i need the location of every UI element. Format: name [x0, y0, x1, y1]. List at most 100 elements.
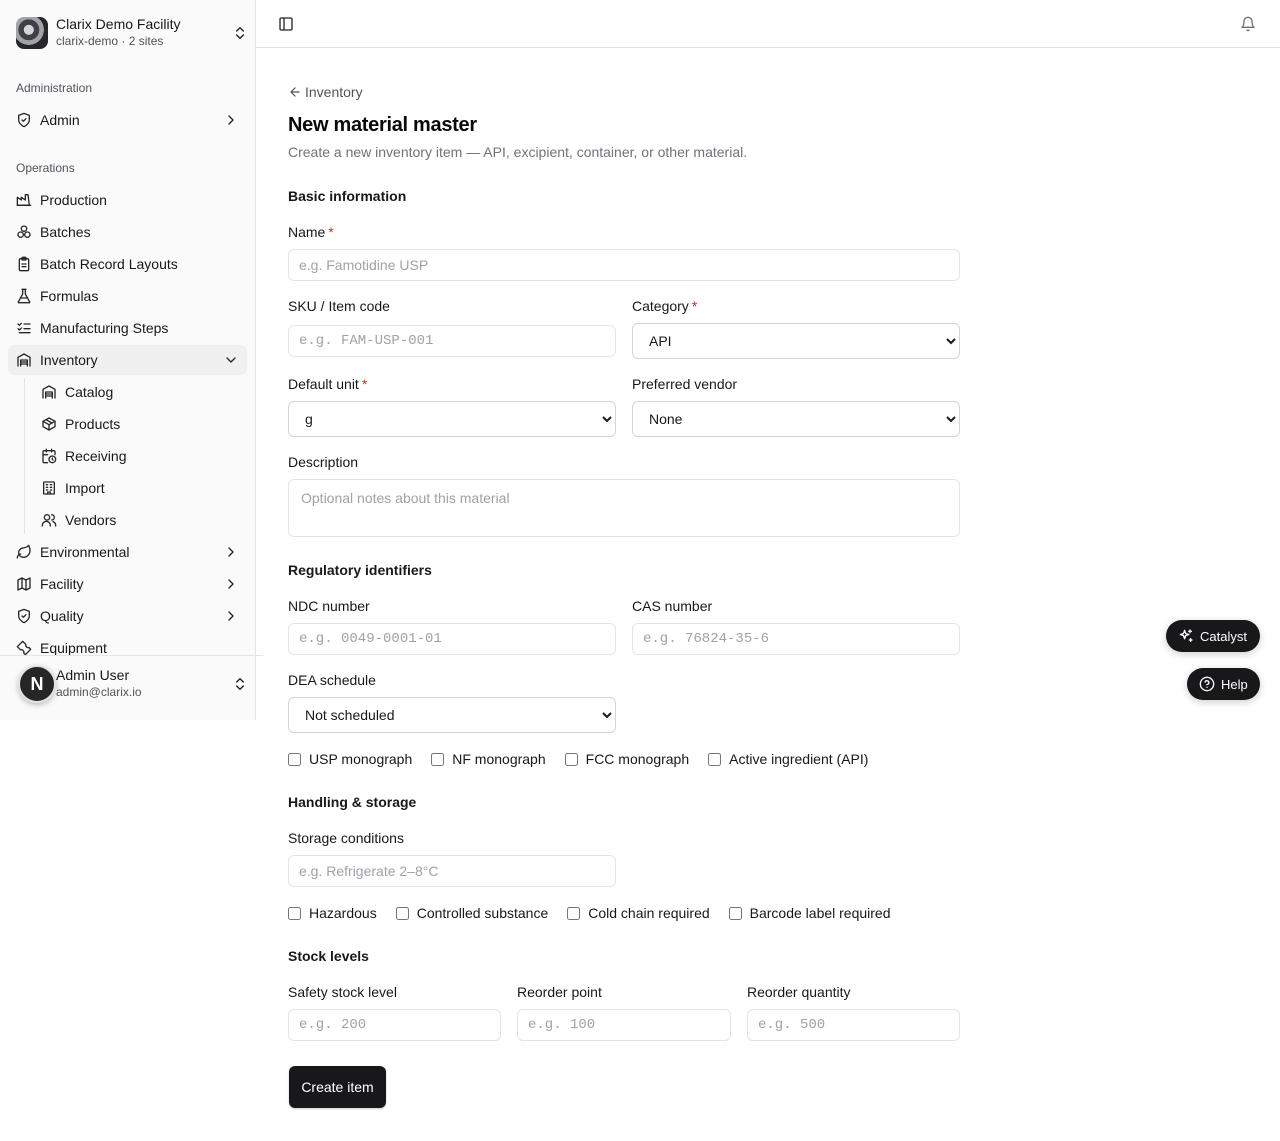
help-button[interactable]: Help [1187, 668, 1260, 700]
active-ingredient-checkbox[interactable]: Active ingredient (API) [708, 751, 868, 767]
sidebar: Clarix Demo Facility clarix-demo · 2 sit… [0, 0, 263, 720]
flask-icon [17, 288, 31, 304]
chevron-down-icon [226, 357, 236, 363]
safety-stock-label: Safety stock level [288, 984, 397, 1000]
dea-schedule-select[interactable]: Not scheduled [288, 697, 616, 733]
storage-conditions-label: Storage conditions [288, 830, 404, 846]
sidebar-item-manufacturing-steps[interactable]: Manufacturing Steps [8, 313, 247, 343]
boxes-icon [17, 225, 31, 238]
sidebar-subitem-catalog[interactable]: Catalog [33, 377, 247, 407]
sidebar-subitem-import[interactable]: Import [33, 473, 247, 503]
org-meta: clarix-demo · 2 sites [56, 34, 164, 48]
reorder-quantity-label: Reorder quantity [747, 984, 851, 1000]
sidebar-item-facility[interactable]: Facility [8, 569, 247, 599]
submenu-line [24, 378, 25, 534]
sku-input[interactable] [288, 325, 616, 357]
warehouse-icon [42, 385, 56, 399]
usp-monograph-checkbox[interactable]: USP monograph [288, 751, 412, 767]
help-circle-icon [1199, 676, 1215, 692]
sidebar-item-admin[interactable]: Admin [8, 105, 247, 135]
name-label: Name * [288, 224, 334, 240]
sidebar-subitem-products[interactable]: Products [33, 409, 247, 439]
user-name: Admin User [56, 667, 130, 683]
user-divider [0, 655, 263, 656]
chevron-right-icon [228, 579, 234, 589]
wrench-icon [16, 640, 32, 655]
category-label: Category * [632, 298, 698, 314]
section-regulatory-identifiers: Regulatory identifiers [288, 562, 432, 578]
default-unit-select[interactable]: g [288, 401, 616, 437]
org-switcher[interactable]: Clarix Demo Facility clarix-demo · 2 sit… [16, 16, 248, 50]
section-stock-levels: Stock levels [288, 948, 369, 964]
back-link[interactable]: Inventory [288, 84, 363, 100]
sidebar-item-batches[interactable]: Batches [8, 217, 247, 247]
sparkles-icon [1179, 629, 1193, 642]
default-unit-label: Default unit * [288, 376, 368, 392]
dea-schedule-label: DEA schedule [288, 672, 376, 688]
name-input[interactable] [288, 249, 960, 281]
barcode-label-checkbox[interactable]: Barcode label required [728, 905, 891, 921]
group-label-administration: Administration [16, 81, 93, 95]
catalyst-button[interactable]: Catalyst [1166, 620, 1260, 652]
required-mark: * [691, 298, 698, 314]
create-item-button[interactable]: Create item [289, 1066, 386, 1108]
building-icon [43, 481, 55, 495]
description-textarea[interactable] [288, 479, 960, 537]
sidebar-subitem-vendors[interactable]: Vendors [33, 505, 247, 535]
fcc-monograph-checkbox[interactable]: FCC monograph [564, 751, 689, 767]
cas-input[interactable] [632, 623, 960, 655]
chevron-right-icon [228, 611, 234, 621]
required-mark: * [328, 224, 334, 240]
ndc-label: NDC number [288, 598, 370, 614]
sidebar-item-quality[interactable]: Quality [8, 601, 247, 631]
top-bar [256, 0, 1280, 48]
user-menu[interactable]: N Admin User admin@clarix.io [16, 664, 248, 704]
leaf-icon [16, 544, 31, 559]
sidebar-item-formulas[interactable]: Formulas [8, 281, 247, 311]
chevrons-up-down-icon [236, 678, 244, 690]
factory-icon [16, 194, 32, 206]
users-icon [41, 514, 57, 527]
calendar-clock-icon [42, 448, 57, 464]
reorder-quantity-input[interactable] [747, 1009, 960, 1041]
sidebar-subitem-receiving[interactable]: Receiving [33, 441, 247, 471]
preferred-vendor-label: Preferred vendor [632, 376, 738, 392]
controlled-substance-checkbox[interactable]: Controlled substance [395, 905, 548, 921]
storage-conditions-input[interactable] [288, 855, 616, 887]
bell-icon[interactable] [1240, 16, 1256, 32]
clipboard-icon [18, 256, 30, 272]
map-icon [17, 577, 31, 591]
preferred-vendor-select[interactable]: None [632, 401, 960, 437]
required-mark: * [361, 376, 368, 392]
ndc-input[interactable] [288, 623, 616, 655]
org-name: Clarix Demo Facility [56, 16, 181, 32]
safety-stock-input[interactable] [288, 1009, 501, 1041]
sidebar-item-environmental[interactable]: Environmental [8, 537, 247, 567]
chevrons-up-down-icon [236, 27, 244, 39]
group-label-operations: Operations [16, 161, 75, 175]
warehouse-icon [17, 353, 31, 367]
section-handling-storage: Handling & storage [288, 794, 417, 810]
sidebar-item-inventory[interactable]: Inventory [8, 345, 247, 375]
reorder-point-input[interactable] [517, 1009, 731, 1041]
sidebar-item-batch-record-layouts[interactable]: Batch Record Layouts [8, 249, 247, 279]
nf-monograph-checkbox[interactable]: NF monograph [431, 751, 546, 767]
chevron-right-icon [228, 547, 234, 557]
package-icon [42, 417, 56, 431]
sidebar-toggle-icon[interactable] [278, 16, 294, 32]
section-basic-information: Basic information [288, 188, 407, 204]
description-label: Description [288, 454, 359, 470]
page-subtitle: Create a new inventory item — API, excip… [288, 144, 748, 160]
org-logo [16, 17, 48, 49]
sku-label: SKU / Item code [288, 298, 390, 314]
monograph-checkboxes: USP monograph NF monograph FCC monograph… [288, 751, 887, 767]
avatar: N [18, 665, 56, 703]
handling-checkboxes: Hazardous Controlled substance Cold chai… [288, 905, 910, 921]
category-select[interactable]: API [632, 323, 960, 359]
sidebar-item-production[interactable]: Production [8, 185, 247, 215]
page-title: New material master [288, 114, 477, 136]
sidebar-item-equipment[interactable]: Equipment [8, 633, 247, 655]
cas-label: CAS number [632, 598, 713, 614]
cold-chain-checkbox[interactable]: Cold chain required [567, 905, 710, 921]
hazardous-checkbox[interactable]: Hazardous [288, 905, 377, 921]
